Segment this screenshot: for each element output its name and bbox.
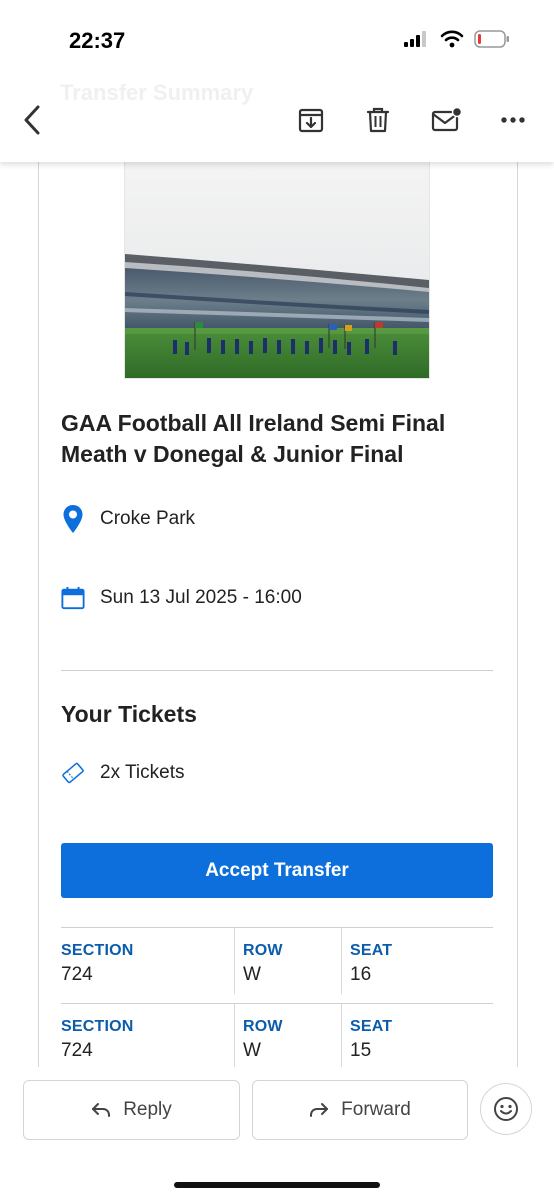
section-label: SECTION	[61, 1018, 134, 1035]
home-indicator[interactable]	[174, 1182, 380, 1188]
section-cell: SECTION 724	[61, 928, 233, 994]
calendar-icon	[61, 583, 85, 613]
ticket-seat-row: SECTION 724 ROW W SEAT 15	[61, 1004, 493, 1067]
mail-toolbar: Transfer Summary	[0, 70, 554, 162]
emoji-reaction-button[interactable]	[480, 1083, 532, 1135]
ghost-subject: Transfer Summary	[60, 80, 254, 105]
seat-value: 15	[350, 1040, 372, 1061]
your-tickets-heading: Your Tickets	[61, 701, 197, 727]
status-icons	[404, 30, 510, 48]
clock: 22:37	[69, 28, 126, 53]
status-bar: 22:37	[0, 0, 554, 70]
row-cell: ROW W	[234, 928, 342, 994]
ticket-count-row: 2x Tickets	[61, 758, 184, 788]
location-pin-icon	[61, 504, 85, 534]
ticket-count: 2x Tickets	[100, 762, 185, 783]
seat-cell: SEAT 15	[341, 1004, 492, 1067]
venue-row: Croke Park	[61, 504, 195, 534]
event-title: GAA Football All Ireland Semi Final Meat…	[61, 410, 446, 467]
mark-unread-button[interactable]	[428, 102, 464, 138]
more-options-button[interactable]	[495, 102, 531, 138]
accept-transfer-button[interactable]: Accept Transfer	[61, 843, 493, 898]
section-value: 724	[61, 964, 93, 985]
reply-arrow-icon	[91, 1102, 111, 1118]
seat-value: 16	[350, 964, 372, 985]
battery-icon	[474, 30, 509, 48]
more-horizontal-icon	[501, 117, 525, 123]
section-label: SECTION	[61, 942, 134, 959]
archive-icon	[298, 108, 324, 133]
row-value: W	[243, 1040, 261, 1061]
reply-label: Reply	[123, 1099, 172, 1120]
forward-label: Forward	[341, 1099, 411, 1120]
bottom-action-bar: Reply Forward	[0, 1067, 554, 1200]
forward-button[interactable]: Forward	[252, 1080, 468, 1140]
row-label: ROW	[243, 1018, 283, 1035]
forward-arrow-icon	[309, 1102, 329, 1118]
mail-unread-icon	[431, 106, 462, 132]
ticket-icon	[61, 758, 85, 788]
trash-icon	[366, 107, 390, 133]
section-cell: SECTION 724	[61, 1004, 233, 1067]
row-cell: ROW W	[234, 1004, 342, 1067]
venue-name: Croke Park	[100, 508, 196, 529]
seat-label: SEAT	[350, 942, 393, 959]
reply-button[interactable]: Reply	[23, 1080, 240, 1140]
back-button[interactable]	[14, 102, 50, 138]
wifi-icon	[440, 30, 464, 48]
seat-cell: SEAT 16	[341, 928, 492, 994]
row-label: ROW	[243, 942, 283, 959]
smiley-icon	[494, 1097, 518, 1121]
email-body[interactable]: GAA Football All Ireland Semi Final Meat…	[0, 162, 554, 1067]
event-datetime: Sun 13 Jul 2025 - 16:00	[100, 587, 302, 608]
row-value: W	[243, 964, 261, 985]
section-value: 724	[61, 1040, 93, 1061]
date-row: Sun 13 Jul 2025 - 16:00	[61, 583, 302, 613]
divider	[61, 670, 493, 671]
chevron-left-icon	[24, 105, 40, 135]
signal-icon	[404, 31, 426, 47]
stadium-image	[124, 162, 430, 379]
archive-button[interactable]	[293, 102, 329, 138]
delete-button[interactable]	[360, 102, 396, 138]
seat-label: SEAT	[350, 1018, 393, 1035]
ticket-seat-row: SECTION 724 ROW W SEAT 16	[61, 928, 493, 998]
